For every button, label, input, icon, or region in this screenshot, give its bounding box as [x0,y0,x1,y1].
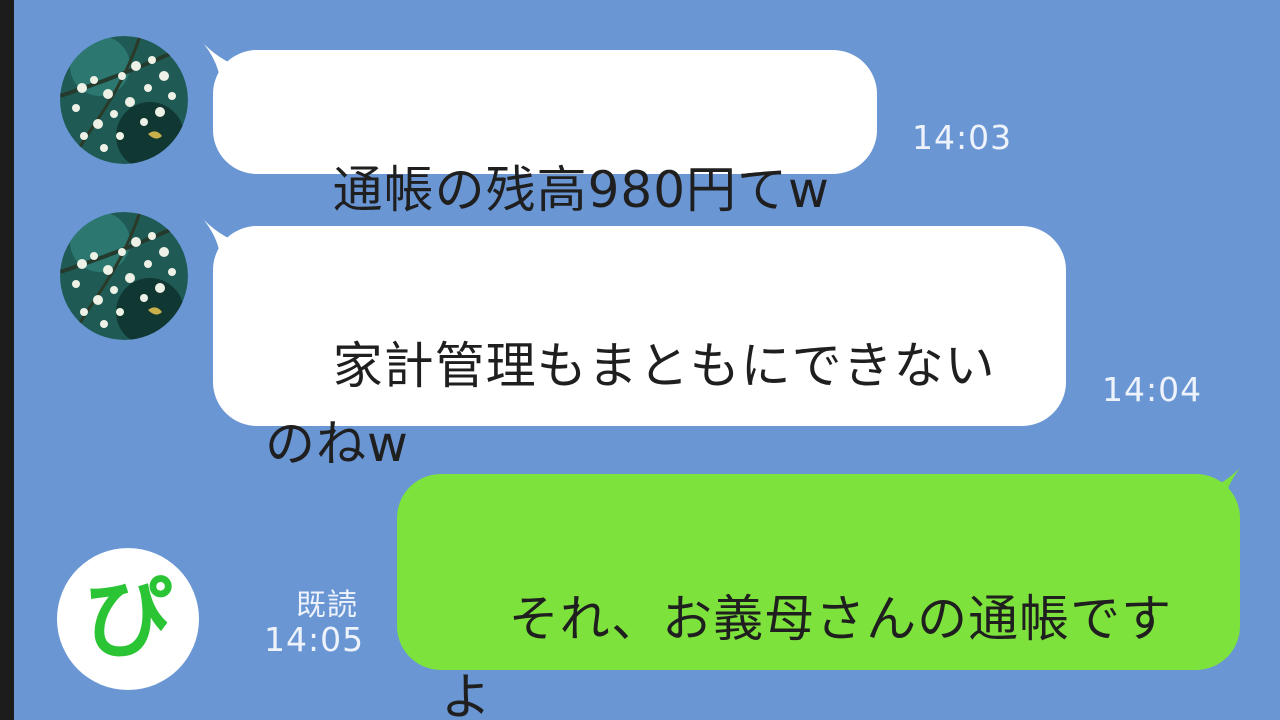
message-bubble-outgoing[interactable]: それ、お義母さんの通帳です よ [397,474,1240,720]
message-timestamp: 14:05 [264,620,365,659]
message-bubble[interactable]: 通帳の残高980円てw [213,50,877,219]
chat-screen: 通帳の残高980円てw 14:03 家計管理もまともにできない のねw 14:0… [0,0,1280,720]
contact-avatar-icon[interactable] [60,212,188,340]
contact-avatar-icon[interactable] [60,36,188,164]
read-receipt: 既読 [296,588,358,623]
message-timestamp: 14:03 [912,118,1013,157]
message-bubble[interactable]: 家計管理もまともにできない のねw [213,226,1066,473]
message-text: 通帳の残高980円てw [332,161,830,219]
logo-mark: ぴ [83,567,172,670]
pi-logo-icon: ぴ [57,548,199,690]
message-timestamp: 14:04 [1102,370,1203,409]
device-bezel [0,0,14,720]
